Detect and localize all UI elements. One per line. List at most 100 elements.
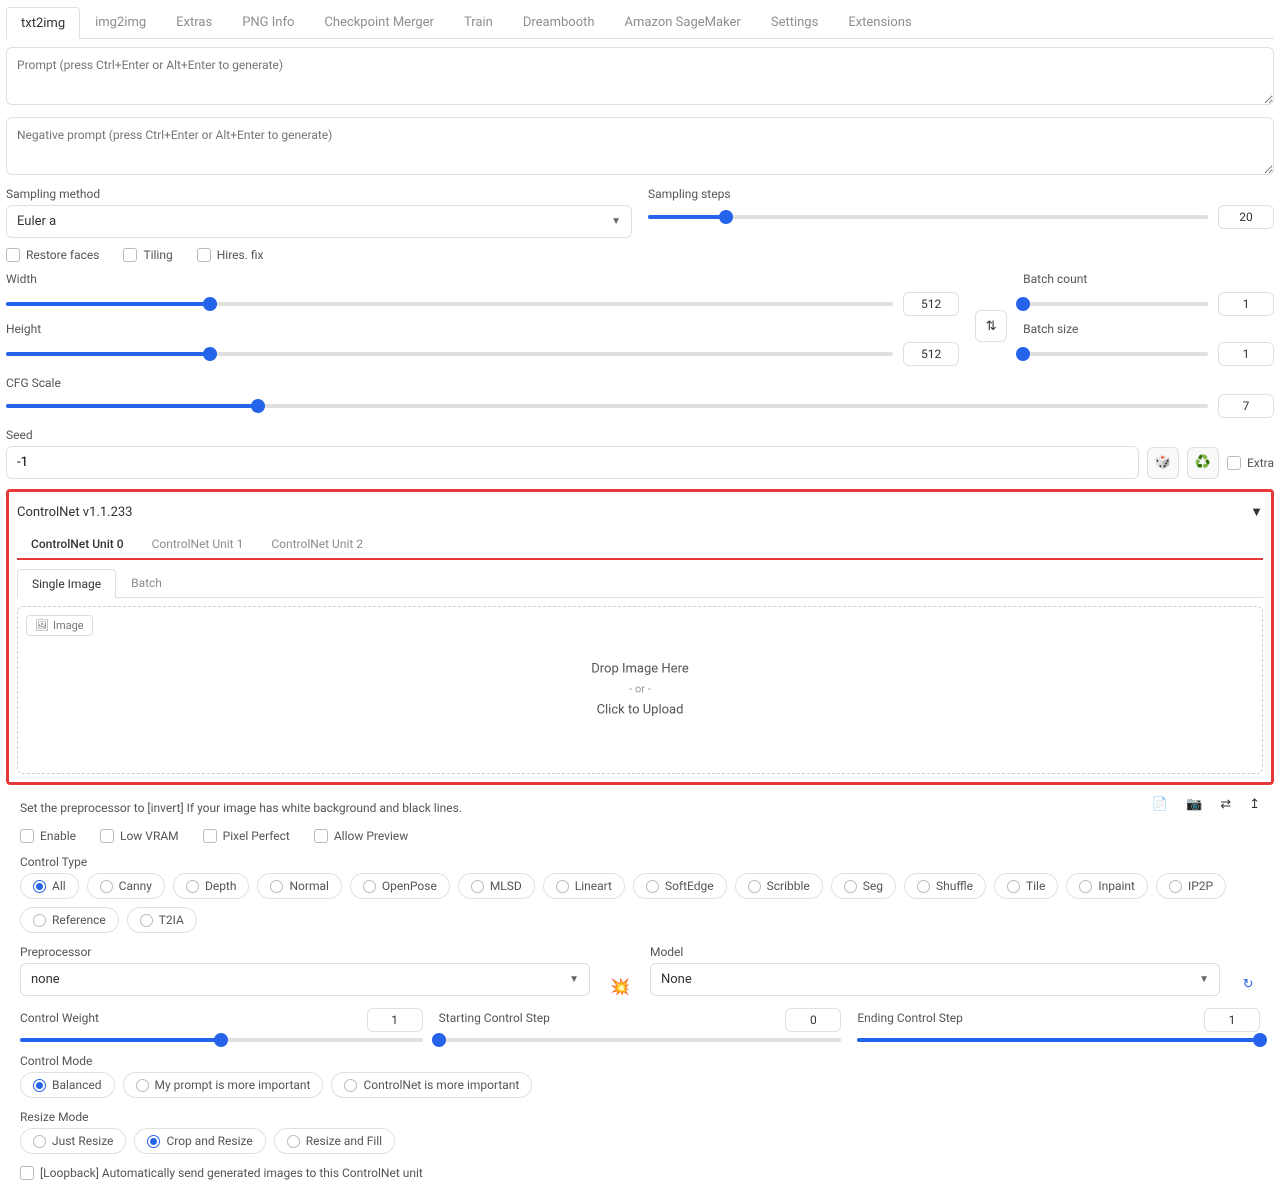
restore-faces-checkbox[interactable]: Restore faces xyxy=(6,248,99,262)
control-weight-label: Control Weight xyxy=(20,1011,99,1025)
loopback-checkbox[interactable]: [Loopback] Automatically send generated … xyxy=(20,1166,1260,1180)
single-image-tab[interactable]: Single Image xyxy=(17,569,116,598)
control-type-mlsd[interactable]: MLSD xyxy=(458,873,535,899)
doc-icon[interactable]: 📄 xyxy=(1152,797,1168,812)
resize-fill[interactable]: Resize and Fill xyxy=(274,1128,395,1154)
control-mode-prompt[interactable]: My prompt is more important xyxy=(123,1072,324,1098)
send-up-icon[interactable]: ↥ xyxy=(1249,797,1260,812)
sampling-method-value: Euler a xyxy=(17,214,56,229)
seed-input[interactable] xyxy=(6,446,1139,479)
controlnet-unit-2-tab[interactable]: ControlNet Unit 2 xyxy=(257,530,377,558)
resize-crop[interactable]: Crop and Resize xyxy=(134,1128,265,1154)
control-type-softedge[interactable]: SoftEdge xyxy=(633,873,727,899)
controlnet-panel: ControlNet v1.1.233 ▼ ControlNet Unit 0 … xyxy=(6,489,1274,785)
controlnet-unit-1-tab[interactable]: ControlNet Unit 1 xyxy=(138,530,258,558)
seed-label: Seed xyxy=(6,428,1274,442)
control-type-shuffle[interactable]: Shuffle xyxy=(904,873,986,899)
preprocessor-hint: Set the preprocessor to [invert] If your… xyxy=(20,801,462,815)
tab-extensions[interactable]: Extensions xyxy=(833,6,926,38)
tab-pnginfo[interactable]: PNG Info xyxy=(227,6,309,38)
preprocessor-select[interactable]: none▼ xyxy=(20,963,590,996)
prompt-input[interactable] xyxy=(6,47,1274,105)
sampling-steps-value[interactable]: 20 xyxy=(1218,205,1274,229)
pixel-perfect-checkbox[interactable]: Pixel Perfect xyxy=(203,829,290,843)
swap-dimensions-button[interactable]: ⇅ xyxy=(975,310,1007,342)
height-value[interactable]: 512 xyxy=(903,342,959,366)
width-value[interactable]: 512 xyxy=(903,292,959,316)
tab-train[interactable]: Train xyxy=(449,6,508,38)
tab-extras[interactable]: Extras xyxy=(161,6,227,38)
sampling-method-label: Sampling method xyxy=(6,187,632,201)
refresh-models-icon[interactable]: ↻ xyxy=(1236,972,1260,996)
sampling-method-select[interactable]: Euler a ▼ xyxy=(6,205,632,238)
control-type-group: All Canny Depth Normal OpenPose MLSD Lin… xyxy=(20,873,1260,933)
ending-step-value[interactable]: 1 xyxy=(1204,1008,1260,1032)
tiling-checkbox[interactable]: Tiling xyxy=(123,248,172,262)
starting-step-value[interactable]: 0 xyxy=(785,1008,841,1032)
control-type-openpose[interactable]: OpenPose xyxy=(350,873,450,899)
control-type-reference[interactable]: Reference xyxy=(20,907,119,933)
lowvram-checkbox[interactable]: Low VRAM xyxy=(100,829,179,843)
tab-img2img[interactable]: img2img xyxy=(80,6,161,38)
camera-icon[interactable]: 📷 xyxy=(1186,797,1202,812)
batch-size-slider[interactable] xyxy=(1023,352,1208,356)
negative-prompt-input[interactable] xyxy=(6,117,1274,175)
controlnet-header[interactable]: ControlNet v1.1.233 ▼ xyxy=(17,500,1263,524)
image-dropzone[interactable]: 🖼 Image Drop Image Here - or - Click to … xyxy=(17,606,1263,774)
sampling-steps-slider[interactable] xyxy=(648,215,1208,219)
main-tabs: txt2img img2img Extras PNG Info Checkpoi… xyxy=(6,6,1274,39)
control-type-seg[interactable]: Seg xyxy=(831,873,896,899)
allow-preview-checkbox[interactable]: Allow Preview xyxy=(314,829,408,843)
cfg-value[interactable]: 7 xyxy=(1218,394,1274,418)
tab-txt2img[interactable]: txt2img xyxy=(6,7,80,39)
chevron-down-icon: ▼ xyxy=(1199,974,1209,985)
control-type-all[interactable]: All xyxy=(20,873,79,899)
enable-checkbox[interactable]: Enable xyxy=(20,829,76,843)
control-weight-value[interactable]: 1 xyxy=(367,1008,423,1032)
model-select[interactable]: None▼ xyxy=(650,963,1220,996)
tab-checkpoint-merger[interactable]: Checkpoint Merger xyxy=(309,6,449,38)
control-mode-balanced[interactable]: Balanced xyxy=(20,1072,115,1098)
cfg-slider[interactable] xyxy=(6,404,1208,408)
batch-count-value[interactable]: 1 xyxy=(1218,292,1274,316)
resize-just[interactable]: Just Resize xyxy=(20,1128,126,1154)
control-type-canny[interactable]: Canny xyxy=(87,873,165,899)
batch-count-label: Batch count xyxy=(1023,272,1274,286)
tab-settings[interactable]: Settings xyxy=(756,6,833,38)
control-type-depth[interactable]: Depth xyxy=(173,873,250,899)
height-slider[interactable] xyxy=(6,352,893,356)
batch-count-slider[interactable] xyxy=(1023,302,1208,306)
randomize-seed-button[interactable]: 🎲 xyxy=(1147,447,1179,479)
width-label: Width xyxy=(6,272,959,286)
extra-checkbox[interactable]: Extra xyxy=(1227,456,1274,470)
batch-size-value[interactable]: 1 xyxy=(1218,342,1274,366)
control-type-normal[interactable]: Normal xyxy=(257,873,341,899)
hires-fix-checkbox[interactable]: Hires. fix xyxy=(197,248,264,262)
control-type-label: Control Type xyxy=(20,855,1260,869)
chevron-down-icon: ▼ xyxy=(569,974,579,985)
ending-step-slider[interactable] xyxy=(857,1038,1260,1042)
controlnet-title: ControlNet v1.1.233 xyxy=(17,505,133,520)
starting-step-label: Starting Control Step xyxy=(439,1011,550,1025)
control-mode-controlnet[interactable]: ControlNet is more important xyxy=(331,1072,532,1098)
reuse-seed-button[interactable]: ♻️ xyxy=(1187,447,1219,479)
controlnet-unit-0-tab[interactable]: ControlNet Unit 0 xyxy=(17,530,138,558)
width-slider[interactable] xyxy=(6,302,893,306)
swap-icon[interactable]: ⇄ xyxy=(1220,797,1231,812)
control-type-lineart[interactable]: Lineart xyxy=(543,873,625,899)
tab-sagemaker[interactable]: Amazon SageMaker xyxy=(610,6,756,38)
tab-dreambooth[interactable]: Dreambooth xyxy=(508,6,610,38)
explode-icon[interactable]: 💥 xyxy=(606,977,634,996)
batch-tab[interactable]: Batch xyxy=(116,568,177,597)
sampling-steps-label: Sampling steps xyxy=(648,187,1274,201)
control-type-ip2p[interactable]: IP2P xyxy=(1156,873,1226,899)
control-type-inpaint[interactable]: Inpaint xyxy=(1066,873,1148,899)
control-mode-label: Control Mode xyxy=(20,1054,1260,1068)
preprocessor-label: Preprocessor xyxy=(20,945,590,959)
control-type-t2ia[interactable]: T2IA xyxy=(127,907,197,933)
starting-step-slider[interactable] xyxy=(439,1038,842,1042)
control-weight-slider[interactable] xyxy=(20,1038,423,1042)
control-type-tile[interactable]: Tile xyxy=(994,873,1058,899)
control-type-scribble[interactable]: Scribble xyxy=(735,873,823,899)
image-tag: 🖼 Image xyxy=(26,615,93,636)
